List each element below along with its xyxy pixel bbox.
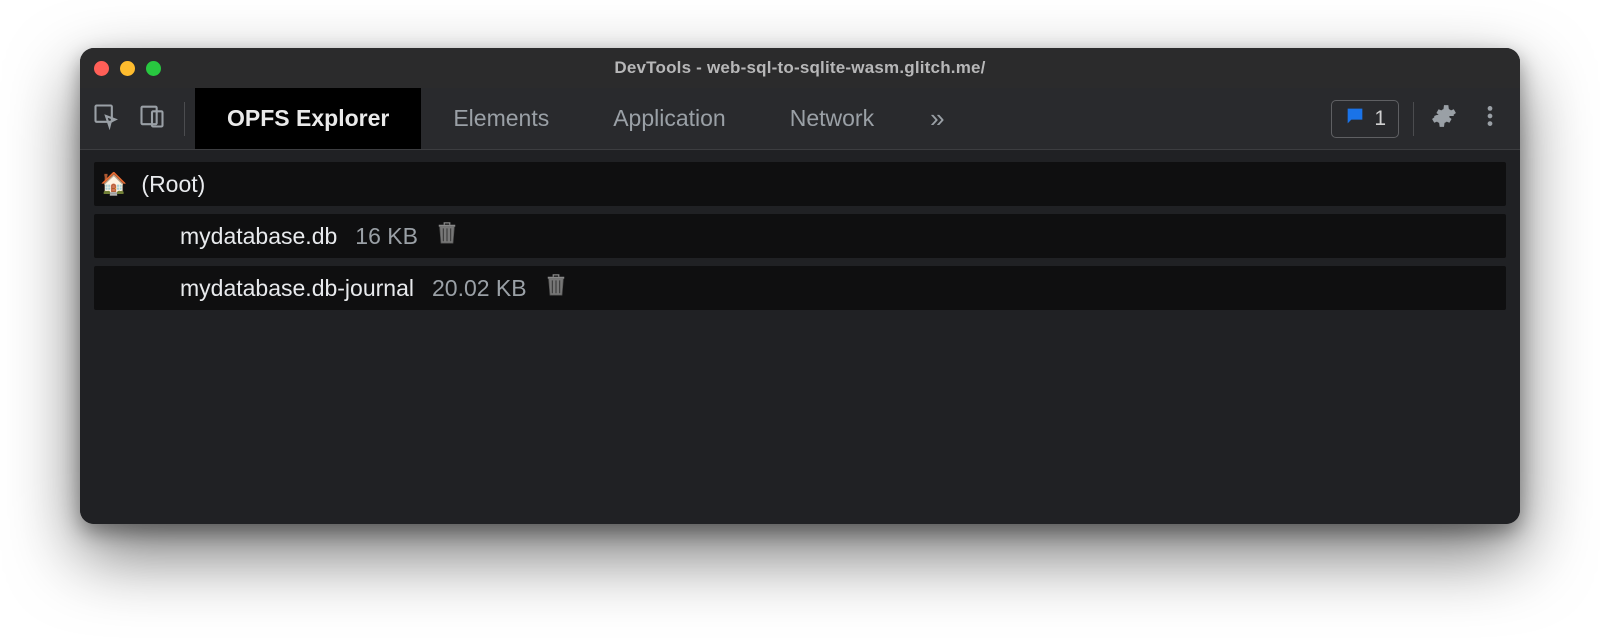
close-window-button[interactable] bbox=[94, 61, 109, 76]
delete-file-button[interactable] bbox=[545, 275, 567, 301]
device-toolbar-icon[interactable] bbox=[138, 102, 166, 135]
chevron-right-double-icon: » bbox=[930, 103, 944, 134]
issues-button[interactable]: 1 bbox=[1331, 100, 1399, 138]
minimize-window-button[interactable] bbox=[120, 61, 135, 76]
tab-label: Network bbox=[790, 105, 874, 132]
file-row[interactable]: mydatabase.db-journal 20.02 KB bbox=[94, 266, 1506, 310]
tabs: OPFS Explorer Elements Application Netwo… bbox=[195, 88, 969, 149]
tab-label: Elements bbox=[453, 105, 549, 132]
issues-icon bbox=[1344, 105, 1366, 133]
tab-opfs-explorer[interactable]: OPFS Explorer bbox=[195, 88, 421, 149]
root-label: (Root) bbox=[141, 171, 205, 198]
toolbar-left-icons bbox=[92, 88, 184, 149]
more-options-button[interactable] bbox=[1474, 103, 1506, 134]
settings-button[interactable] bbox=[1428, 103, 1460, 134]
tab-label: Application bbox=[613, 105, 726, 132]
gear-icon bbox=[1431, 103, 1457, 134]
delete-file-button[interactable] bbox=[436, 223, 458, 249]
issues-count: 1 bbox=[1374, 107, 1386, 131]
devtools-toolbar: OPFS Explorer Elements Application Netwo… bbox=[80, 88, 1520, 150]
file-size: 16 KB bbox=[355, 223, 418, 250]
tabs-overflow-button[interactable]: » bbox=[906, 88, 968, 149]
tab-application[interactable]: Application bbox=[581, 88, 758, 149]
window-controls bbox=[94, 61, 161, 76]
devtools-window: DevTools - web-sql-to-sqlite-wasm.glitch… bbox=[80, 48, 1520, 524]
maximize-window-button[interactable] bbox=[146, 61, 161, 76]
toolbar-separator bbox=[1413, 102, 1414, 136]
file-name: mydatabase.db-journal bbox=[180, 275, 414, 302]
inspect-element-icon[interactable] bbox=[92, 102, 120, 135]
root-folder-row[interactable]: 🏠 (Root) bbox=[94, 162, 1506, 206]
opfs-explorer-panel: 🏠 (Root) mydatabase.db 16 KB mydatabase.… bbox=[80, 150, 1520, 524]
file-name: mydatabase.db bbox=[180, 223, 337, 250]
tab-elements[interactable]: Elements bbox=[421, 88, 581, 149]
titlebar: DevTools - web-sql-to-sqlite-wasm.glitch… bbox=[80, 48, 1520, 88]
toolbar-separator bbox=[184, 102, 185, 136]
toolbar-spacer bbox=[969, 88, 1332, 149]
file-row[interactable]: mydatabase.db 16 KB bbox=[94, 214, 1506, 258]
trash-icon bbox=[545, 272, 567, 304]
home-icon: 🏠 bbox=[100, 171, 127, 197]
window-title: DevTools - web-sql-to-sqlite-wasm.glitch… bbox=[614, 58, 985, 78]
file-size: 20.02 KB bbox=[432, 275, 527, 302]
toolbar-right: 1 bbox=[1331, 88, 1520, 149]
tab-label: OPFS Explorer bbox=[227, 105, 389, 132]
kebab-icon bbox=[1477, 103, 1503, 134]
trash-icon bbox=[436, 220, 458, 252]
tab-network[interactable]: Network bbox=[758, 88, 906, 149]
